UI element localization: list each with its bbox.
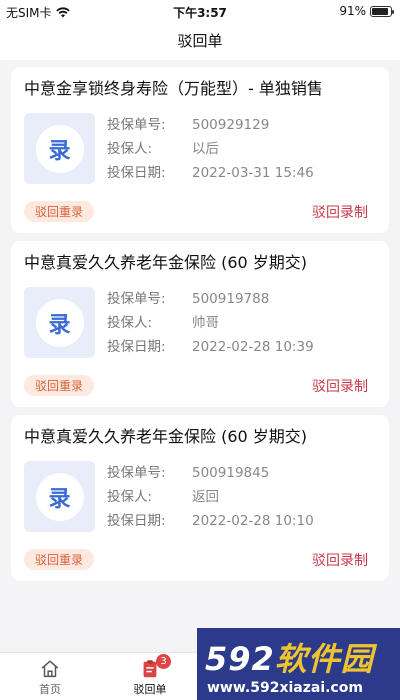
watermark-brand: 592软件园 — [205, 634, 374, 680]
tab-reject[interactable]: 3 驳回单 — [100, 653, 200, 700]
status-badge: 驳回重录 — [24, 201, 95, 222]
card-body: 录 投保单号: 500919845 投保人: 返回 投保日期: 2022-02-… — [24, 461, 376, 537]
policy-no-value: 500929129 — [192, 117, 270, 133]
record-icon: 录 — [24, 287, 95, 358]
date-row: 投保日期: 2022-03-31 15:46 — [107, 161, 314, 185]
policy-no-row: 投保单号: 500919788 — [107, 287, 314, 311]
holder-label: 投保人: — [107, 489, 153, 505]
policy-no-label: 投保单号: — [107, 117, 166, 133]
policy-no-value: 500919845 — [192, 465, 270, 481]
tab-home-label: 首页 — [39, 683, 61, 696]
holder-row: 投保人: 返回 — [107, 485, 314, 509]
reject-record-button[interactable]: 驳回录制 — [312, 202, 368, 222]
policy-no-label: 投保单号: — [107, 291, 166, 307]
record-icon: 录 — [24, 113, 95, 184]
status-badge: 驳回重录 — [24, 549, 95, 570]
status-badge: 驳回重录 — [24, 375, 95, 396]
holder-row: 投保人: 帅哥 — [107, 311, 314, 335]
card-body: 录 投保单号: 500919788 投保人: 帅哥 投保日期: 2022-02-… — [24, 287, 376, 363]
rejection-card[interactable]: 中意真爱久久养老年金保险 (60 岁期交) 录 投保单号: 500919845 … — [11, 415, 389, 581]
policy-no-label: 投保单号: — [107, 465, 166, 481]
tab-badge-count: 3 — [156, 654, 171, 669]
holder-value: 帅哥 — [192, 315, 219, 331]
rejection-card[interactable]: 中意金享锁终身寿险（万能型）- 单独销售 录 投保单号: 500929129 投… — [11, 67, 389, 233]
status-bar: 无SIM卡 下午3:57 91% — [0, 0, 400, 22]
record-icon: 录 — [24, 461, 95, 532]
holder-label: 投保人: — [107, 141, 153, 157]
policy-no-row: 投保单号: 500929129 — [107, 113, 314, 137]
date-label: 投保日期: — [107, 513, 166, 529]
rejection-list: 中意金享锁终身寿险（万能型）- 单独销售 录 投保单号: 500929129 投… — [0, 60, 400, 581]
watermark-brand-num: 592 — [205, 640, 275, 678]
holder-row: 投保人: 以后 — [107, 137, 314, 161]
nav-bar: 驳回单 — [0, 22, 400, 60]
tab-home[interactable]: 首页 — [0, 653, 100, 700]
watermark-url: www.592xiazai.com — [207, 680, 363, 696]
record-icon-glyph: 录 — [35, 124, 84, 173]
holder-label: 投保人: — [107, 315, 153, 331]
date-label: 投保日期: — [107, 339, 166, 355]
home-icon — [41, 660, 59, 678]
card-info: 投保单号: 500919845 投保人: 返回 投保日期: 2022-02-28… — [107, 461, 314, 537]
holder-value: 以后 — [192, 141, 219, 157]
date-label: 投保日期: — [107, 165, 166, 181]
rejection-card[interactable]: 中意真爱久久养老年金保险 (60 岁期交) 录 投保单号: 500919788 … — [11, 241, 389, 407]
reject-record-button[interactable]: 驳回录制 — [312, 376, 368, 396]
reject-record-button[interactable]: 驳回录制 — [312, 550, 368, 570]
date-row: 投保日期: 2022-02-28 10:39 — [107, 335, 314, 359]
watermark-logo: 592软件园 www.592xiazai.com — [197, 628, 400, 700]
date-value: 2022-02-28 10:39 — [192, 339, 314, 355]
card-footer: 驳回重录 驳回录制 — [24, 375, 376, 396]
card-title: 中意真爱久久养老年金保险 (60 岁期交) — [24, 253, 308, 272]
card-title: 中意真爱久久养老年金保险 (60 岁期交) — [24, 427, 308, 446]
date-row: 投保日期: 2022-02-28 10:10 — [107, 509, 314, 533]
tab-reject-label: 驳回单 — [133, 683, 167, 696]
card-body: 录 投保单号: 500929129 投保人: 以后 投保日期: 2022-03-… — [24, 113, 376, 189]
date-value: 2022-02-28 10:10 — [192, 513, 314, 529]
page-title: 驳回单 — [177, 32, 223, 50]
card-info: 投保单号: 500919788 投保人: 帅哥 投保日期: 2022-02-28… — [107, 287, 314, 363]
policy-no-value: 500919788 — [192, 291, 270, 307]
holder-value: 返回 — [192, 489, 219, 505]
card-title: 中意金享锁终身寿险（万能型）- 单独销售 — [24, 79, 323, 98]
battery-level — [372, 7, 389, 15]
record-icon-glyph: 录 — [35, 472, 84, 521]
policy-no-row: 投保单号: 500919845 — [107, 461, 314, 485]
card-footer: 驳回重录 驳回录制 — [24, 549, 376, 570]
status-right: 91% — [339, 4, 394, 18]
date-value: 2022-03-31 15:46 — [192, 165, 314, 181]
watermark-brand-cn: 软件园 — [274, 640, 374, 678]
record-icon-glyph: 录 — [35, 298, 84, 347]
card-footer: 驳回重录 驳回录制 — [24, 201, 376, 222]
card-info: 投保单号: 500929129 投保人: 以后 投保日期: 2022-03-31… — [107, 113, 314, 189]
battery-percent: 91% — [339, 4, 366, 18]
battery-icon — [370, 5, 394, 17]
